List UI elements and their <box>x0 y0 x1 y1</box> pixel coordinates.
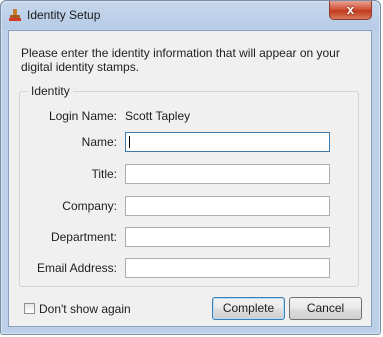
name-label: Name: <box>81 135 117 149</box>
company-row: Company: <box>20 196 350 216</box>
window-title: Identity Setup <box>27 8 101 22</box>
title-row: Title: <box>20 164 350 184</box>
title-field[interactable] <box>125 164 330 184</box>
identity-group-legend: Identity <box>28 84 73 98</box>
company-field[interactable] <box>125 196 330 216</box>
dont-show-again-checkbox[interactable] <box>24 303 35 314</box>
department-row: Department: <box>20 227 350 247</box>
department-label: Department: <box>50 230 117 244</box>
company-label: Company: <box>62 199 117 213</box>
dialog-body: Please enter the identity information th… <box>8 30 372 327</box>
stamp-icon <box>9 9 21 21</box>
email-row: Email Address: <box>20 258 350 278</box>
name-row: Name: <box>20 132 350 152</box>
email-address-label: Email Address: <box>36 261 117 275</box>
intro-text: Please enter the identity information th… <box>21 46 340 74</box>
identity-groupbox: Identity Login Name: Scott Tapley Name: <box>19 84 359 287</box>
title-label: Title: <box>91 167 117 181</box>
complete-button[interactable]: Complete <box>212 297 285 320</box>
department-field[interactable] <box>125 227 330 247</box>
login-name-value: Scott Tapley <box>125 109 191 123</box>
identity-setup-window: Identity Setup x Please enter the identi… <box>0 0 381 335</box>
login-name-label: Login Name: <box>48 109 117 123</box>
login-name-row: Login Name: Scott Tapley <box>20 106 350 126</box>
close-button[interactable]: x <box>329 1 372 20</box>
cancel-button[interactable]: Cancel <box>289 297 362 320</box>
title-bar[interactable]: Identity Setup x <box>1 1 380 30</box>
text-caret <box>129 136 130 148</box>
name-field[interactable] <box>125 132 330 152</box>
close-icon: x <box>346 2 355 17</box>
email-address-field[interactable] <box>125 258 330 278</box>
dont-show-again-label[interactable]: Don't show again <box>39 302 131 316</box>
